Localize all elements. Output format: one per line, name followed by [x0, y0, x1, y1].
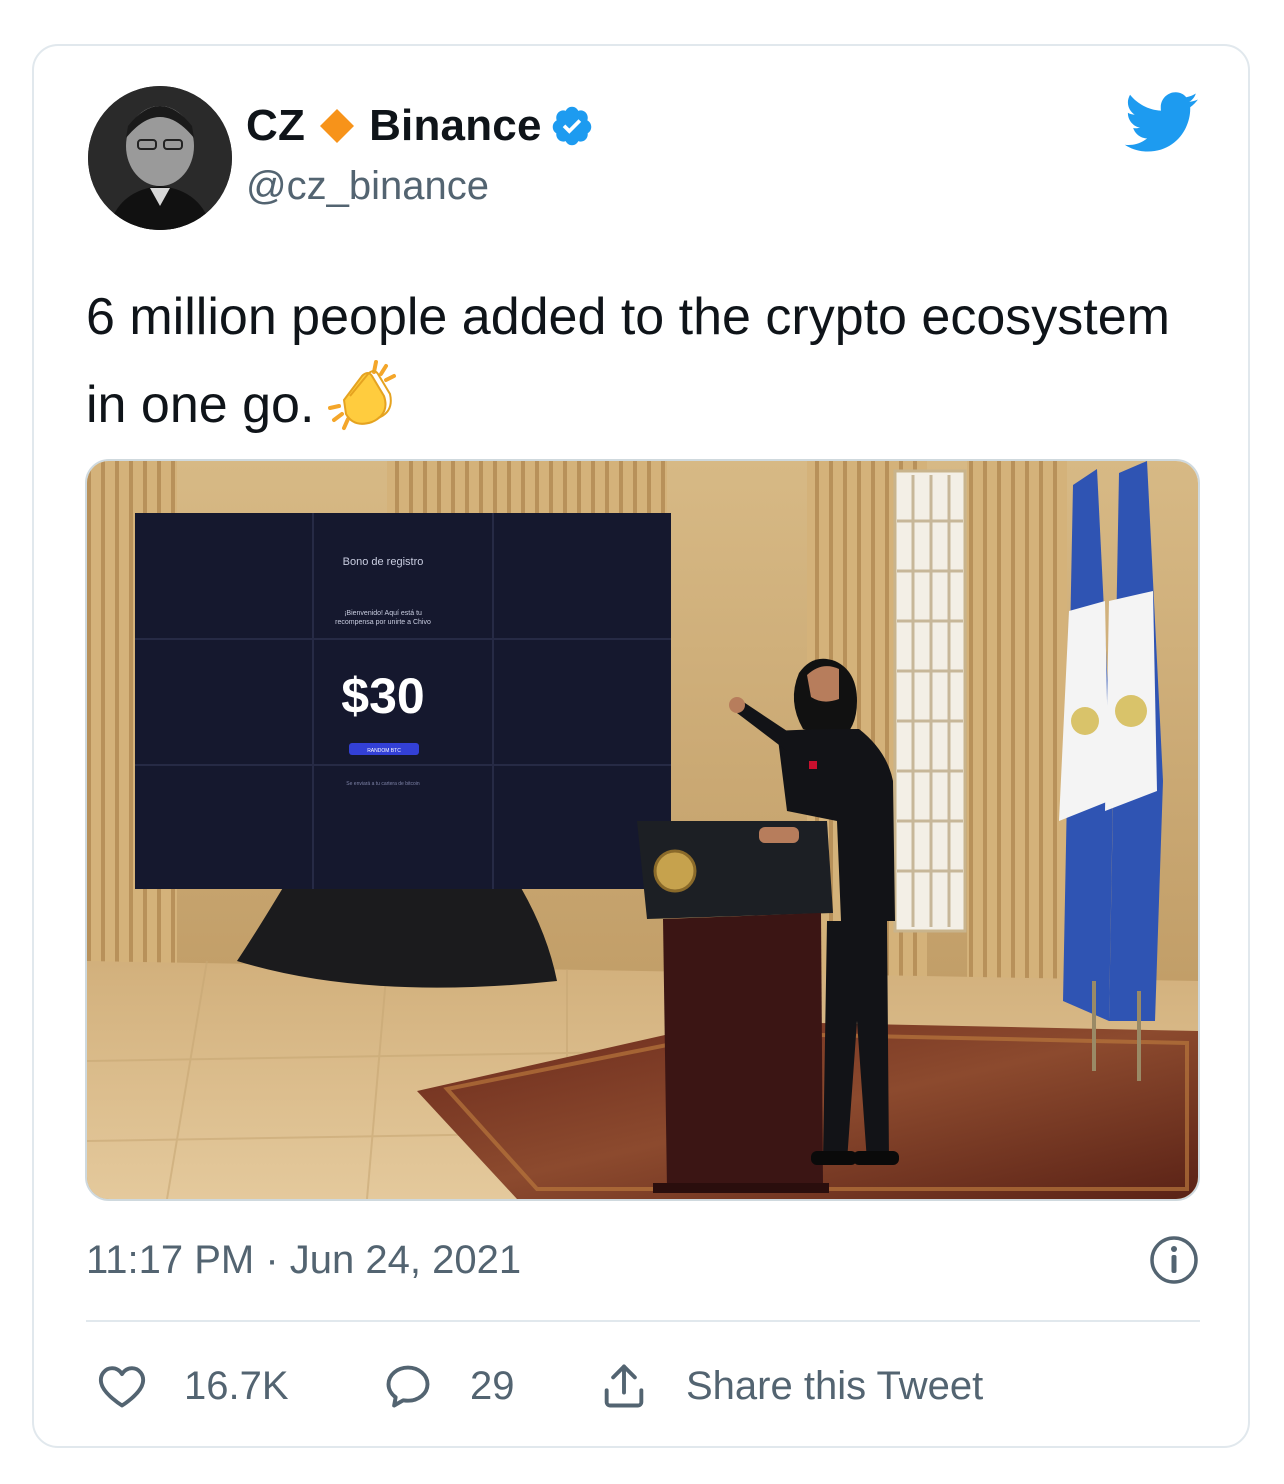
tweet-meta-row: 11:17 PM · Jun 24, 2021 [86, 1232, 1200, 1288]
avatar[interactable] [88, 86, 232, 230]
actions-divider [86, 1320, 1200, 1322]
share-action[interactable]: Share this Tweet [598, 1358, 983, 1414]
screen-footer: Se enviará a tu cartera de bitcoin [346, 781, 420, 787]
author-name-row[interactable]: CZ Binance [246, 98, 594, 154]
tweet-timestamp[interactable]: 11:17 PM · Jun 24, 2021 [86, 1238, 521, 1283]
verified-badge-icon [550, 104, 594, 148]
like-action[interactable]: 16.7K [96, 1358, 289, 1414]
like-count: 16.7K [184, 1363, 289, 1408]
reply-bubble-icon [382, 1360, 434, 1412]
heart-icon [96, 1360, 148, 1412]
binance-diamond-icon [319, 108, 355, 144]
share-upload-icon [598, 1360, 650, 1412]
tweet-text: 6 million people added to the crypto eco… [86, 278, 1186, 444]
screen-button: RANDOM BTC [367, 748, 401, 754]
tweet-media-photo[interactable]: Bono de registro ¡Bienvenido! Aquí está … [85, 459, 1200, 1201]
author-name-part2: Binance [369, 101, 542, 150]
reply-count: 29 [470, 1363, 515, 1408]
twitter-bird-icon[interactable] [1124, 92, 1200, 154]
author-handle[interactable]: @cz_binance [246, 164, 489, 209]
share-label: Share this Tweet [686, 1363, 984, 1408]
clapping-hands-icon [324, 356, 400, 432]
screen-title: Bono de registro [343, 556, 424, 568]
avatar-portrait [88, 86, 232, 230]
reply-action[interactable]: 29 [382, 1358, 515, 1414]
screen-amount: $30 [341, 668, 424, 724]
author-name-part1: CZ [246, 101, 306, 150]
press-conference-photo: Bono de registro ¡Bienvenido! Aquí está … [87, 461, 1198, 1199]
screen-subtitle-line2: recompensa por unirte a Chivo [335, 619, 431, 626]
tweet-text-body: 6 million people added to the crypto eco… [86, 288, 1170, 434]
screen-subtitle-line1: ¡Bienvenido! Aquí está tu [344, 610, 422, 617]
info-icon[interactable] [1148, 1234, 1200, 1286]
